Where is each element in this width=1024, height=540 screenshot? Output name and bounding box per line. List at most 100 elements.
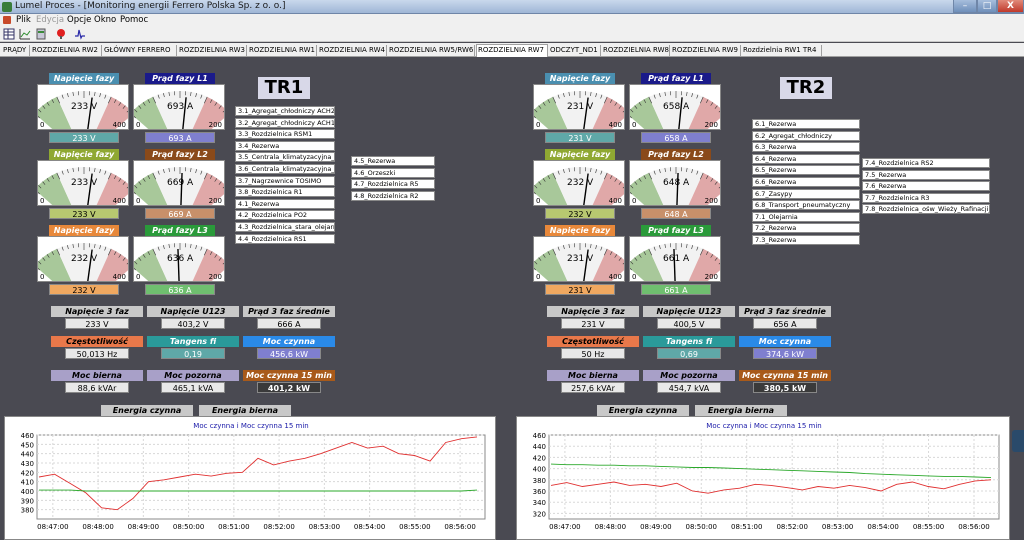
x-tick-label: 08:48:00 — [82, 523, 113, 531]
tab-8[interactable]: ODCZYT_ND1 — [549, 45, 601, 56]
tab-11[interactable]: Rozdzielnia RW1 TR4 — [742, 45, 822, 56]
tr1-circuit-4[interactable]: 3.5_Centrala_klimatyzacyjna_CN — [235, 152, 335, 163]
tr2-circuit-8[interactable]: 7.1_Olejarnia — [752, 211, 860, 222]
tr1-circuit-7[interactable]: 3.8_Rozdzielnica R1 — [235, 187, 335, 198]
tr2-circuit-2[interactable]: 6.3_Rezerwa — [752, 142, 860, 153]
tr2-circuit-b-2[interactable]: 7.6_Rezerwa — [862, 181, 990, 192]
tr2-cur-l1-title: Prąd fazy L1 — [641, 73, 711, 84]
tab-0[interactable]: PRĄDY — [2, 45, 30, 56]
side-scroll-handle[interactable] — [1012, 430, 1024, 452]
tr2-transformer-label: TR2 — [780, 77, 832, 99]
tr2-volt-l2-gauge: 232 V 0 400 — [533, 160, 625, 206]
x-tick-label: 08:55:00 — [399, 523, 430, 531]
tr1-circuit-9[interactable]: 4.2_Rozdzielnica PO2 — [235, 210, 335, 221]
maximize-button[interactable]: □ — [977, 0, 997, 13]
app-icon — [2, 2, 12, 12]
tr2-freq-label: Częstotliwość — [547, 336, 639, 347]
menu-pomoc[interactable]: Pomoc — [120, 15, 148, 25]
tr1-circuit-0[interactable]: 3.1_Agregat_chłodniczy ACH2 — [235, 106, 335, 116]
tr2-circuit-b-0[interactable]: 7.4_Rozdzielnica RS2 — [862, 158, 990, 168]
tab-7[interactable]: ROZDZIELNIA RW7 — [476, 44, 548, 57]
main-content: Napięcie fazy L1 Prąd fazy L1 233 V 0 400 693… — [0, 57, 1024, 540]
tr2-circuit-4[interactable]: 6.5_Rezerwa — [752, 165, 860, 176]
tr1-circuit-1[interactable]: 3.2_Agregat_chłodniczy ACH1 — [235, 117, 335, 128]
tab-6[interactable]: ROZDZIELNIA RW5/RW6 — [388, 45, 475, 56]
tr2-circuit-6[interactable]: 6.7_Zasypy — [752, 188, 860, 199]
tr1-active15-label: Moc czynna 15 min — [243, 370, 335, 381]
tr1-circuit-11[interactable]: 4.4_Rozdzielnica RS1 — [235, 233, 335, 244]
y-tick-label: 340 — [533, 499, 546, 507]
tr1-circuit-b-2[interactable]: 4.7_Rozdzielnica R5 — [351, 179, 435, 190]
document-icon — [3, 16, 11, 24]
tr2-apparent-label: Moc pozorna — [643, 370, 735, 381]
x-tick-label: 08:55:00 — [913, 523, 944, 531]
tr1-circuit-10[interactable]: 4.3_Rozdzielnica_stara_olejarni — [235, 222, 335, 232]
pulse-icon[interactable] — [74, 28, 86, 40]
gauge-value: 661 A — [663, 254, 690, 264]
menu-okno[interactable]: Okno — [94, 15, 116, 25]
tr2-volt-l3-title: Napięcie fazy L3 — [545, 225, 615, 246]
y-tick-label: 320 — [533, 510, 546, 518]
tr2-circuit-b-1[interactable]: 7.5_Rezerwa — [862, 169, 990, 180]
tr1-circuit-5[interactable]: 3.6_Centrala_klimatyzacyjna_CN — [235, 164, 335, 174]
y-tick-label: 420 — [533, 454, 546, 462]
chart-icon[interactable] — [19, 28, 31, 40]
tr1-transformer-label: TR1 — [258, 77, 310, 99]
tr2-freq-value: 50 Hz — [561, 348, 625, 359]
tr2-circuit-10[interactable]: 7.3_Rezerwa — [752, 235, 860, 245]
tr1-circuit-8[interactable]: 4.1_Rezerwa — [235, 198, 335, 209]
table-icon[interactable] — [3, 28, 15, 40]
tr1-circuit-b-1[interactable]: 4.6_Orzeszki — [351, 167, 435, 178]
toolbar — [0, 26, 1024, 42]
tr1-circuit-2[interactable]: 3.3_Rozdzielnica RSM1 — [235, 129, 335, 140]
x-tick-label: 08:47:00 — [37, 523, 68, 531]
tr2-circuit-b-3[interactable]: 7.7_Rozdzielnica R3 — [862, 192, 990, 203]
gauge-min: 0 — [632, 273, 637, 281]
tab-9[interactable]: ROZDZIELNIA RW8 — [602, 45, 670, 56]
y-tick-label: 380 — [533, 477, 546, 485]
tr1-circuit-6[interactable]: 3.7_Nagrzewnice TOSIMO — [235, 175, 335, 186]
tr1-circuit-b-3[interactable]: 4.8_Rozdzielnica R2 — [351, 190, 435, 201]
y-tick-label: 460 — [533, 432, 546, 440]
tr2-volt-l1-title: Napięcie fazy L1 — [545, 73, 615, 94]
x-tick-label: 08:53:00 — [822, 523, 853, 531]
tr1-circuit-3[interactable]: 3.4_Rezerwa — [235, 140, 335, 151]
tab-4[interactable]: ROZDZIELNIA RW1 — [248, 45, 317, 56]
y-tick-label: 380 — [21, 507, 34, 515]
menu-plik[interactable]: Plik — [16, 15, 31, 25]
database-icon[interactable] — [35, 28, 47, 40]
tr2-volt-l1-gauge: 231 V 0 400 — [533, 84, 625, 130]
alarm-icon[interactable] — [55, 28, 67, 40]
tr2-active-value: 374,6 kW — [753, 348, 817, 359]
x-tick-label: 08:54:00 — [354, 523, 385, 531]
x-tick-label: 08:52:00 — [263, 523, 294, 531]
tr2-circuit-0[interactable]: 6.1_Rezerwa — [752, 119, 860, 129]
gauge-value: 232 V — [71, 254, 98, 264]
tab-2[interactable]: GŁÓWNY FERRERO — [103, 45, 177, 56]
menu-opcje[interactable]: Opcje — [67, 15, 91, 25]
tab-1[interactable]: ROZDZIELNIA RW2 — [31, 45, 102, 56]
x-tick-label: 08:54:00 — [867, 523, 898, 531]
gauge-max: 200 — [208, 197, 222, 205]
tab-3[interactable]: ROZDZIELNIA RW3 — [178, 45, 247, 56]
tr1-circuit-b-0[interactable]: 4.5_Rezerwa — [351, 156, 435, 166]
tr2-circuit-7[interactable]: 6.8_Transport_pneumatyczny — [752, 200, 860, 211]
tr1-freq-label: Częstotliwość — [51, 336, 143, 347]
tr2-circuit-9[interactable]: 7.2_Rezerwa — [752, 223, 860, 234]
tr2-cur-l3-title: Prąd fazy L3 — [641, 225, 711, 236]
tab-5[interactable]: ROZDZIELNIA RW4 — [318, 45, 387, 56]
minimize-button[interactable]: – — [953, 0, 977, 13]
gauge-value: 233 V — [71, 178, 98, 188]
tr1-cur-l1-gauge: 693 A 0 200 — [133, 84, 225, 130]
tr2-circuit-1[interactable]: 6.2_Agregat_chłodniczy — [752, 130, 860, 141]
tab-10[interactable]: ROZDZIELNIA RW9 — [671, 45, 741, 56]
menu-edycja[interactable]: Edycja — [36, 15, 64, 25]
close-button[interactable]: X — [997, 0, 1024, 13]
tr2-circuit-b-4[interactable]: 7.8_Rozdzielnica_ośw_Wieży_Rafinacji_ol — [862, 204, 990, 215]
tr2-circuit-5[interactable]: 6.6_Rezerwa — [752, 177, 860, 187]
tr1-reactive-label: Moc bierna — [51, 370, 143, 381]
tr2-circuit-3[interactable]: 6.4_Rezerwa — [752, 153, 860, 164]
gauge-min: 0 — [536, 273, 541, 281]
gauge-min: 0 — [632, 197, 637, 205]
gauge-value: 231 V — [567, 254, 594, 264]
